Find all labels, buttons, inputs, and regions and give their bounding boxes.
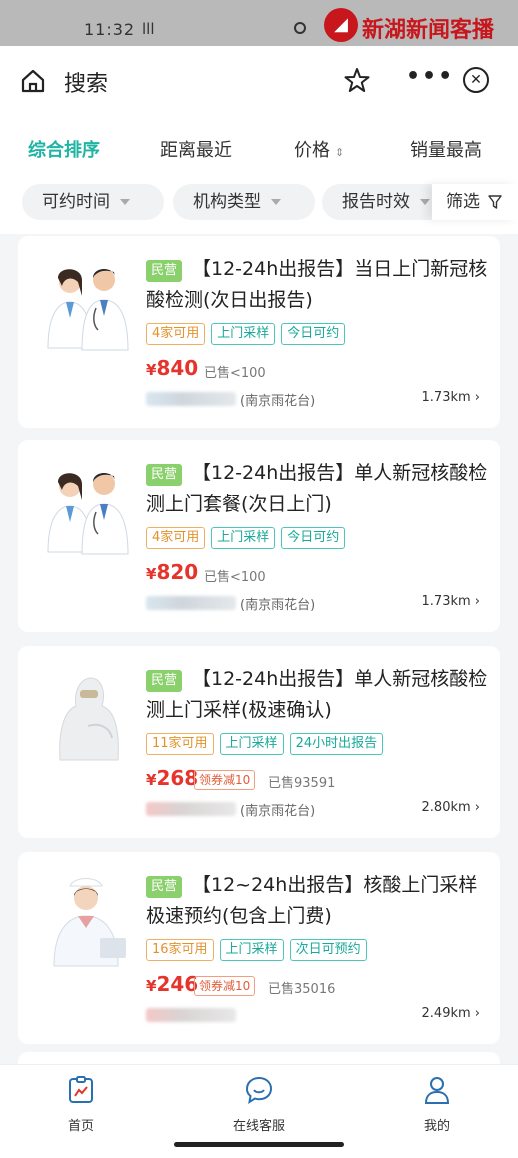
sort-tab-distance[interactable]: 距离最近 [160,136,232,162]
product-image [40,872,136,968]
coupon-badge[interactable]: 领券减10 [194,770,256,790]
product-title[interactable]: 【12-24h出报告】单人新冠核酸检测上门采样(极速确认) [146,664,492,726]
price: ¥820 [146,560,198,584]
price: ¥246 [146,972,198,996]
distance-link[interactable]: 2.80km › [422,800,480,815]
feature-badge: 4家可用 [146,527,206,549]
currency-symbol: ¥ [146,977,157,995]
sort-tab-price-label: 价格 [294,140,330,161]
page-title: 搜索 [64,72,109,97]
nav-label: 在线客服 [232,1119,285,1134]
filter-chip-org-type[interactable]: 机构类型 [173,184,315,220]
feature-badge: 16家可用 [146,939,214,961]
feature-badge: 上门采样 [219,939,284,961]
currency-symbol: ¥ [146,565,157,583]
nav-customer-service[interactable]: 在线客服 [214,1075,304,1134]
star-icon[interactable] [343,66,371,94]
funnel-icon [488,195,503,209]
sold-count: 已售35016 [268,982,336,997]
sold-count: 已售93591 [268,776,336,791]
price-value: 268 [156,766,199,790]
product-title[interactable]: 【12-24h出报告】单人新冠核酸检测上门套餐(次日上门) [146,458,492,520]
location-text: (南京雨花台) [240,394,316,409]
blurred-org-name [146,392,236,406]
caret-down-icon [120,199,130,205]
product-image [40,666,136,762]
product-image [40,256,136,352]
product-badges: 4家可用 上门采样 今日可约 [146,322,351,345]
close-icon[interactable]: ✕ [463,67,489,93]
alarm-icon [294,22,306,34]
price: ¥268 [146,766,198,790]
home-indicator [174,1142,344,1147]
product-badges: 16家可用 上门采样 次日可预约 [146,938,373,961]
price-value: 840 [156,356,199,380]
home-page-icon [69,1076,93,1103]
location-text: (南京雨花台) [240,804,316,819]
currency-symbol: ¥ [146,361,157,379]
screen-button[interactable]: 筛选 [432,184,518,220]
product-badges: 4家可用 上门采样 今日可约 [146,526,351,549]
filter-chip-label: 报告时效 [342,192,410,212]
blurred-org-name [146,802,236,816]
distance-link[interactable]: 2.49km › [422,1006,480,1021]
nav-mine[interactable]: 我的 [392,1075,482,1134]
profile-icon [424,1077,450,1104]
product-card[interactable]: 民营 【12-24h出报告】单人新冠核酸检测上门套餐(次日上门) 4家可用 上门采样今… [18,440,500,632]
caret-down-icon [271,199,281,205]
sold-count: 已售<100 [204,570,266,585]
sort-arrows-icon: ⇕ [335,146,345,159]
distance-link[interactable]: 1.73km › [422,594,480,609]
filter-chip-label: 机构类型 [193,192,261,212]
filter-chip-label: 可约时间 [42,192,110,212]
sold-count: 已售<100 [204,366,266,381]
sort-tab-price[interactable]: 价格 ⇕ [294,136,344,162]
feature-badge: 11家可用 [146,733,214,755]
blurred-org-name [146,596,236,610]
feature-badge: 今日可约 [281,527,346,549]
product-badges: 11家可用 上门采样 24小时出报告 [146,732,389,755]
chat-icon [245,1076,273,1105]
filter-bar: 可约时间 机构类型 报告时效 筛选 [0,176,518,234]
price: ¥840 [146,356,198,380]
feature-badge: 上门采样 [211,527,276,549]
product-title[interactable]: 【12-24h出报告】当日上门新冠核酸检测(次日出报告) [146,254,492,316]
feature-badge: 次日可预约 [289,939,367,961]
watermark-text: 新湖新闻客播 [362,17,495,43]
sort-tab-comprehensive[interactable]: 综合排序 [28,136,100,162]
blurred-org-name [146,1008,236,1022]
caret-down-icon [420,199,430,205]
feature-badge: 24小时出报告 [289,733,384,755]
top-bar: 搜索 ••• ✕ [0,46,518,116]
status-time: 11:32 [84,20,136,39]
home-icon[interactable] [20,68,46,94]
sort-tab-sales[interactable]: 销量最高 [410,136,482,162]
nav-label: 我的 [423,1119,450,1134]
nav-label: 首页 [67,1119,94,1134]
product-card[interactable]: 民营 【12-24h出报告】当日上门新冠核酸检测(次日出报告) 4家可用 上门采样 今日… [18,236,500,428]
coupon-badge[interactable]: 领券减10 [194,976,256,996]
location-text: (南京雨花台) [240,598,316,613]
price-value: 820 [156,560,199,584]
status-bar: 11:32 lll ◢ 新湖新闻客播 [0,0,518,46]
distance-link[interactable]: 1.73km › [422,390,480,405]
feature-badge: 上门采样 [219,733,284,755]
screen-label: 筛选 [446,192,480,212]
feature-badge: 4家可用 [146,323,206,345]
sort-bar: 综合排序 距离最近 价格 ⇕ 销量最高 [0,116,518,176]
filter-chip-time[interactable]: 可约时间 [22,184,164,220]
more-icon[interactable]: ••• [406,64,454,89]
news-logo-icon: ◢ [324,8,358,42]
nav-home[interactable]: 首页 [36,1075,126,1134]
product-card[interactable]: 民营 【12~24h出报告】核酸上门采样极速预约(包含上门费) 16家可用 上门采样次… [18,852,500,1044]
price-value: 246 [156,972,199,996]
signal-icon: lll [142,20,155,38]
product-title[interactable]: 【12~24h出报告】核酸上门采样极速预约(包含上门费) [146,870,492,932]
product-card[interactable]: 民营 【12-24h出报告】单人新冠核酸检测上门采样(极速确认) 11家可用 上门采样… [18,646,500,838]
currency-symbol: ¥ [146,771,157,789]
product-image [40,460,136,556]
feature-badge: 今日可约 [281,323,346,345]
feature-badge: 上门采样 [211,323,276,345]
